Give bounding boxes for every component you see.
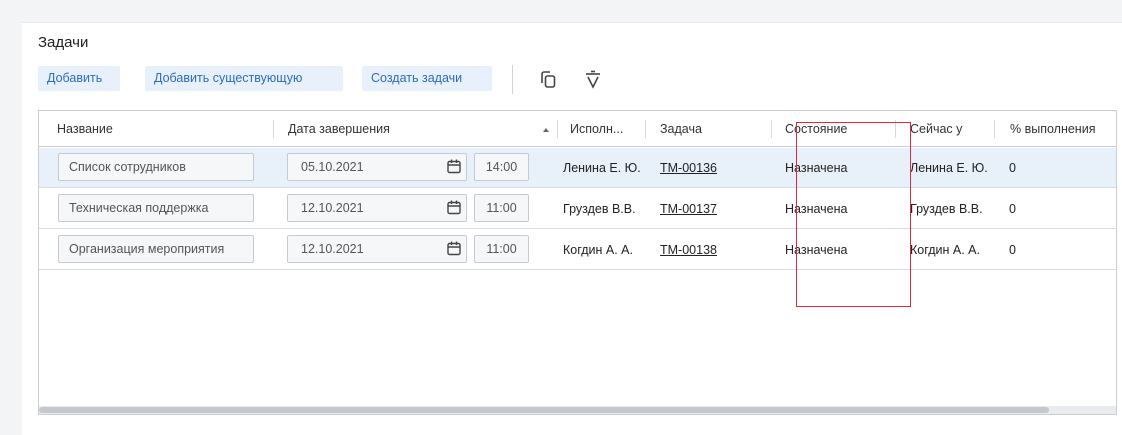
section-title: Задачи (38, 34, 89, 51)
due-time-field[interactable]: 11:00 (474, 194, 529, 222)
percent-cell: 0 (1009, 243, 1016, 257)
header-name[interactable]: Название (57, 111, 113, 147)
column-divider[interactable] (994, 120, 995, 138)
add-button[interactable]: Добавить (38, 66, 120, 91)
state-cell: Назначена (785, 202, 848, 216)
table-row[interactable]: Список сотрудников 05.10.2021 14:00 Лени… (39, 148, 1116, 188)
state-cell: Назначена (785, 243, 848, 257)
table-row[interactable]: Техническая поддержка 12.10.2021 11:00 Г… (39, 189, 1116, 229)
due-date-field[interactable]: 12.10.2021 (287, 235, 467, 263)
table-row[interactable]: Организация мероприятия 12.10.2021 11:00… (39, 230, 1116, 270)
horizontal-scrollbar[interactable] (39, 406, 1116, 414)
due-time-field[interactable]: 11:00 (474, 235, 529, 263)
header-percent[interactable]: % выполнения (1010, 111, 1095, 147)
task-link[interactable]: TM-00136 (660, 148, 717, 188)
current-assignee-cell: Ленина Е. Ю. (910, 161, 988, 175)
create-tasks-button[interactable]: Создать задачи (362, 66, 492, 91)
header-due-date[interactable]: Дата завершения (288, 111, 390, 147)
due-date-field[interactable]: 05.10.2021 (287, 153, 467, 181)
current-assignee-cell: Когдин А. А. (910, 243, 980, 257)
toolbar-divider (512, 65, 513, 94)
tasks-panel: Задачи Добавить Добавить существующую Со… (22, 22, 1122, 435)
column-divider[interactable] (771, 120, 772, 138)
scrollbar-thumb[interactable] (39, 407, 1049, 413)
current-assignee-cell: Груздев В.В. (910, 202, 983, 216)
sort-asc-icon[interactable] (543, 128, 549, 132)
due-date-value: 12.10.2021 (301, 242, 364, 256)
due-date-value: 12.10.2021 (301, 201, 364, 215)
due-time-field[interactable]: 14:00 (474, 153, 529, 181)
task-link[interactable]: TM-00137 (660, 189, 717, 229)
percent-cell: 0 (1009, 202, 1016, 216)
trash-icon[interactable] (584, 70, 602, 90)
column-divider[interactable] (895, 120, 896, 138)
executor-cell: Ленина Е. Ю. (563, 161, 641, 175)
table-header: Название Дата завершения Исполн... Задач… (39, 111, 1116, 147)
header-current[interactable]: Сейчас у (910, 111, 962, 147)
calendar-icon[interactable] (447, 241, 461, 256)
calendar-icon[interactable] (447, 159, 461, 174)
task-name-field[interactable]: Организация мероприятия (58, 235, 254, 263)
calendar-icon[interactable] (447, 200, 461, 215)
column-divider[interactable] (645, 120, 646, 138)
add-existing-button[interactable]: Добавить существующую (145, 66, 343, 91)
task-name-field[interactable]: Список сотрудников (58, 153, 254, 181)
task-name-field[interactable]: Техническая поддержка (58, 194, 254, 222)
copy-icon[interactable] (539, 70, 557, 90)
tasks-table: Название Дата завершения Исполн... Задач… (38, 110, 1117, 415)
column-divider[interactable] (557, 120, 558, 138)
header-state[interactable]: Состояние (785, 111, 847, 147)
header-executor[interactable]: Исполн... (570, 111, 623, 147)
due-date-field[interactable]: 12.10.2021 (287, 194, 467, 222)
executor-cell: Груздев В.В. (563, 202, 636, 216)
header-task[interactable]: Задача (660, 111, 702, 147)
due-date-value: 05.10.2021 (301, 160, 364, 174)
column-divider[interactable] (273, 120, 274, 138)
executor-cell: Когдин А. А. (563, 243, 633, 257)
percent-cell: 0 (1009, 161, 1016, 175)
task-link[interactable]: TM-00138 (660, 230, 717, 270)
state-cell: Назначена (785, 161, 848, 175)
